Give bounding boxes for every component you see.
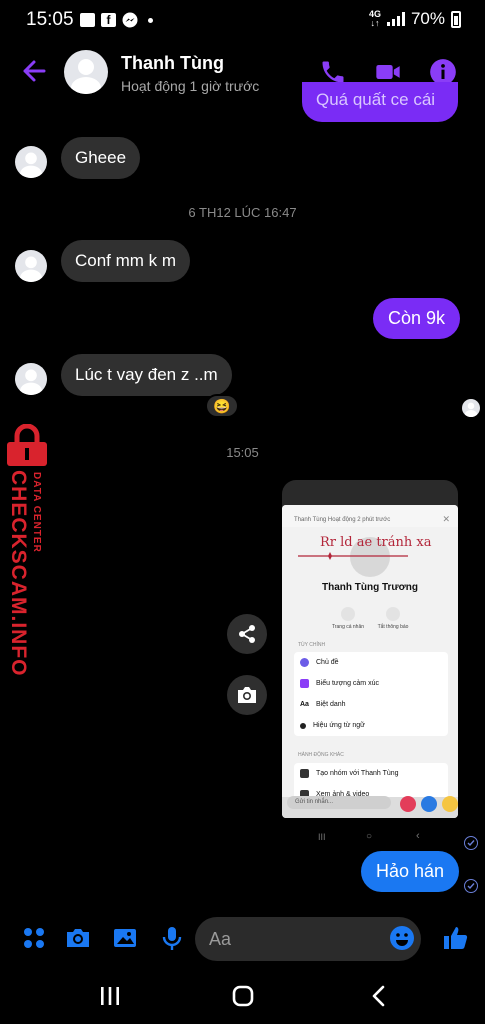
back-arrow-icon[interactable]	[18, 56, 48, 86]
contact-activity: Hoạt động 1 giờ trước	[121, 78, 260, 94]
sender-avatar[interactable]	[15, 363, 47, 395]
gallery-notification-icon	[80, 13, 95, 27]
shot-phone-navbar: III ○ ‹	[282, 818, 458, 850]
shot-caption-underline	[298, 552, 408, 560]
share-button[interactable]	[227, 614, 267, 654]
camera-icon[interactable]	[64, 924, 92, 952]
incoming-message[interactable]: Conf mm k m	[61, 240, 191, 282]
save-image-button[interactable]	[227, 675, 267, 715]
share-icon	[239, 625, 255, 643]
message-input-placeholder: Aa	[209, 929, 232, 949]
status-time: 15:05	[26, 9, 74, 30]
shot-section-customize: TÙY CHỈNH	[298, 642, 326, 648]
delivered-check-icon	[464, 879, 478, 893]
shot-row-nickname: Aa Biệt danh	[300, 701, 346, 708]
watermark-text: CHECKSCAM.INFO	[7, 470, 30, 677]
watermark-subtext: DATA CENTER	[31, 472, 42, 553]
shot-nav-home-icon: ○	[366, 831, 373, 842]
shot-customize-card: Chủ đề Biểu tượng cảm xúc Aa Biệt danh Hi…	[294, 652, 448, 736]
shot-laugh-reaction-icon	[442, 796, 458, 812]
network-icon: 4G ↓↑	[368, 9, 381, 28]
sender-avatar[interactable]	[15, 146, 47, 178]
contact-avatar[interactable]	[64, 50, 108, 94]
shot-profile-name: Thanh Tùng Trương	[321, 582, 418, 593]
shot-nav-recents-icon: III	[318, 832, 326, 842]
battery-icon	[451, 10, 461, 28]
shot-row-emoji: Biểu tượng cảm xúc	[294, 673, 448, 694]
more-notifications-dot	[148, 17, 153, 23]
home-icon[interactable]	[231, 984, 255, 1008]
shot-message-input: Gửi tin nhắn...	[287, 796, 391, 809]
battery-percent: 70%	[410, 9, 445, 28]
shot-section-more: HÀNH ĐỘNG KHÁC	[298, 752, 344, 758]
timestamp-divider: 6 TH12 LÚC 16:47	[188, 205, 297, 220]
sender-avatar[interactable]	[15, 250, 47, 282]
shot-row-word-effects: Hiệu ứng từ ngữ	[294, 715, 448, 736]
watermark-lock-icon	[7, 424, 47, 466]
shot-row-group: Tạo nhóm với Thanh Tùng	[294, 763, 448, 784]
incoming-message[interactable]: Lúc t vay đen z ..m	[61, 354, 232, 396]
shot-close-icon: ✕	[442, 514, 450, 524]
microphone-icon[interactable]	[158, 924, 186, 952]
like-icon[interactable]	[441, 924, 469, 952]
timestamp-divider: 15:05	[226, 445, 259, 460]
facebook-notification-icon: f	[101, 13, 116, 27]
status-right: 4G ↓↑ 70%	[369, 9, 461, 29]
notification-icons: f	[80, 12, 153, 28]
signal-icon	[386, 12, 405, 26]
outgoing-message[interactable]: Còn 9k	[373, 298, 461, 339]
message-reaction[interactable]: 😆	[205, 394, 239, 418]
shot-heart-reaction-icon	[400, 796, 416, 812]
delivered-check-icon	[464, 836, 478, 850]
status-bar: 15:05 f 4G ↓↑ 70%	[0, 0, 485, 40]
shot-action-profile: Trang cá nhân	[323, 607, 373, 630]
back-nav-icon[interactable]	[368, 984, 390, 1008]
camera-icon	[238, 687, 256, 703]
gallery-icon[interactable]	[111, 924, 139, 952]
shared-screenshot-image[interactable]: Thanh Tùng Hoạt động 2 phút trước ✕ Rr l…	[282, 505, 458, 818]
shot-row-theme: Chủ đề	[294, 652, 448, 673]
recent-apps-icon[interactable]	[99, 984, 121, 1008]
outgoing-partial-bubble[interactable]: Quá quất ce cái	[302, 82, 458, 122]
shot-like-reaction-icon	[421, 796, 437, 812]
shot-topbar: Thanh Tùng Hoạt động 2 phút trước ✕	[282, 505, 458, 527]
emoji-icon[interactable]	[388, 924, 416, 952]
incoming-message[interactable]: Gheee	[61, 137, 141, 179]
seen-avatar	[462, 399, 480, 417]
shot-handwritten-caption: Rr ld ae tránh xa	[320, 535, 432, 550]
shot-top-status: Thanh Tùng Hoạt động 2 phút trước	[294, 517, 391, 523]
messenger-notification-icon	[122, 12, 138, 28]
outgoing-message[interactable]: Hảo hán	[361, 851, 460, 892]
menu-dots-icon[interactable]	[20, 924, 48, 952]
shot-action-mute: Tắt thông báo	[368, 607, 418, 630]
contact-name[interactable]: Thanh Tùng	[121, 53, 224, 74]
shot-nav-back-icon: ‹	[416, 830, 420, 842]
outgoing-partial-text: Quá quất ce cái	[316, 90, 436, 109]
